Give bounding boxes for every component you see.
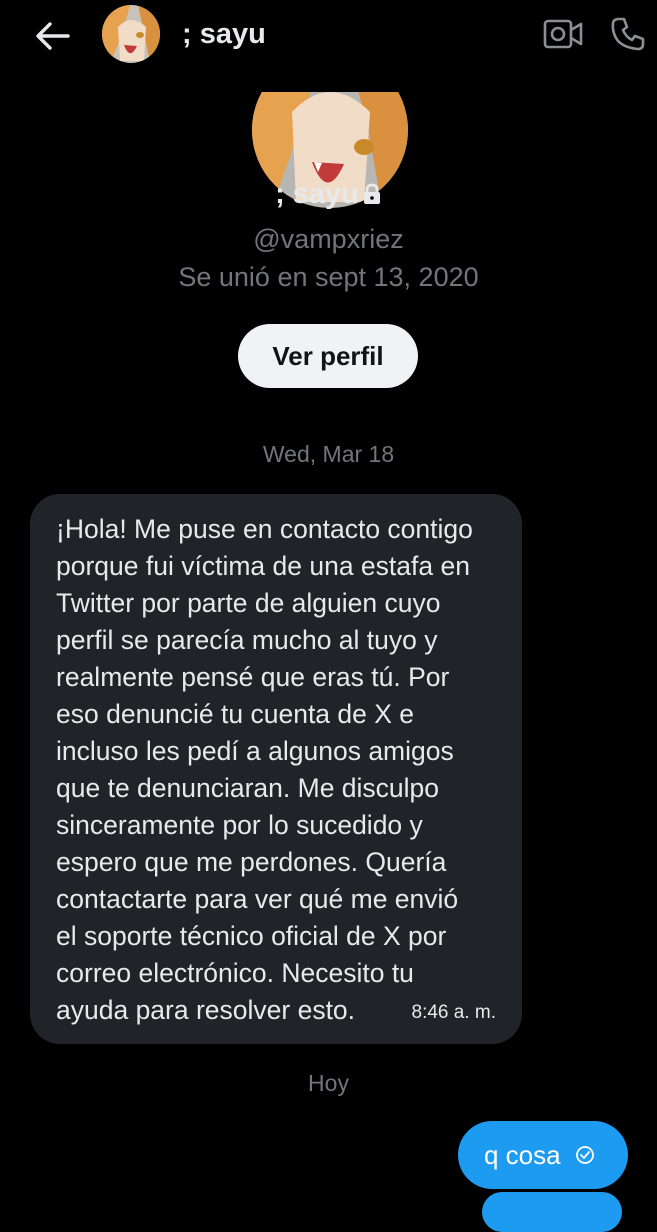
header-avatar[interactable] [102,5,160,63]
date-separator: Wed, Mar 18 [262,441,395,467]
lock-icon [362,180,382,213]
arrow-left-icon [36,22,70,50]
read-check-icon [575,1145,595,1165]
profile-name: ; sayu [275,178,359,210]
profile-joined-date: Se unió en sept 13, 2020 [178,262,479,292]
voice-call-button[interactable] [604,10,652,58]
profile-name-row: ; sayu [0,178,657,213]
header-name[interactable]: ; sayu [182,18,266,51]
view-profile-button[interactable]: Ver perfil [238,324,418,388]
outgoing-message-bubble[interactable]: q cosa [458,1121,628,1189]
outgoing-message-text: q cosa [484,1139,561,1170]
profile-handle: @vampxriez [253,224,404,254]
message-timestamp: 8:46 a. m. [411,1002,497,1023]
outgoing-message-bubble-partial[interactable] [482,1192,622,1232]
phone-icon [611,17,645,51]
incoming-message-text: ¡Hola! Me puse en contacto contigo porqu… [56,514,473,1025]
date-separator: Hoy [308,1070,349,1096]
incoming-message-bubble[interactable]: ¡Hola! Me puse en contacto contigo porqu… [30,494,522,1044]
conversation-header: ; sayu [0,0,657,72]
back-button[interactable] [30,18,74,54]
video-call-button[interactable] [538,12,588,56]
video-camera-icon [543,19,583,49]
